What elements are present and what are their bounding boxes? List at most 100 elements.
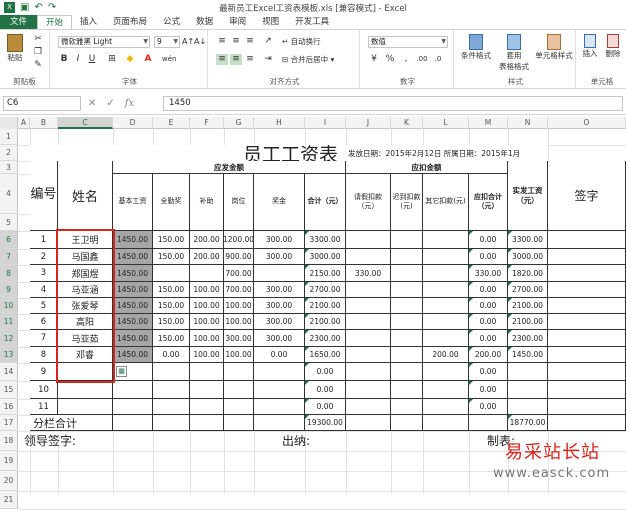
italic-icon[interactable]: I [72, 54, 84, 65]
data-cell[interactable]: 300.00 [254, 330, 305, 347]
data-cell[interactable]: 100.00 [224, 347, 254, 363]
data-cell[interactable] [391, 249, 423, 265]
data-cell[interactable] [254, 265, 305, 282]
data-cell[interactable]: 150.00 [153, 314, 190, 330]
row-header-18[interactable]: 18 [0, 431, 18, 451]
data-cell[interactable]: 3000.00 [508, 249, 548, 265]
increase-decimal-icon[interactable]: .00 [416, 54, 428, 65]
row-header-10[interactable]: 10 [0, 298, 18, 314]
employee-name[interactable]: 王卫明 [58, 231, 113, 249]
data-cell[interactable]: 3300.00 [305, 231, 346, 249]
copy-icon[interactable]: ❐ [32, 47, 44, 58]
data-cell[interactable]: 2700.00 [305, 282, 346, 298]
sign-cell[interactable] [548, 330, 626, 347]
align-center-icon[interactable]: ≡ [230, 54, 242, 65]
row-header-15[interactable]: 15 [0, 381, 18, 399]
data-cell[interactable]: 100.00 [190, 282, 224, 298]
employee-name[interactable] [58, 399, 113, 415]
row-header-2[interactable]: 2 [0, 145, 18, 161]
employee-no[interactable]: 8 [30, 347, 58, 363]
align-right-icon[interactable]: ≡ [244, 54, 256, 65]
data-cell[interactable]: 300.00 [254, 231, 305, 249]
data-cell[interactable]: 2100.00 [508, 298, 548, 314]
data-cell[interactable] [423, 363, 469, 381]
data-cell[interactable]: 100.00 [190, 347, 224, 363]
total-label[interactable]: 分栏合计 [30, 415, 113, 431]
data-cell[interactable]: 100.00 [190, 330, 224, 347]
tab-insert[interactable]: 插入 [72, 15, 105, 29]
data-cell[interactable]: 2100.00 [508, 314, 548, 330]
total-cell[interactable] [113, 415, 153, 431]
data-cell[interactable]: 0.00 [469, 330, 508, 347]
data-cell[interactable]: 700.00 [224, 265, 254, 282]
data-cell[interactable] [254, 399, 305, 415]
data-cell[interactable] [346, 399, 391, 415]
data-cell[interactable]: 2700.00 [508, 282, 548, 298]
row-header-7[interactable]: 7 [0, 249, 18, 265]
sign-cell[interactable] [548, 363, 626, 381]
sign-cell[interactable] [548, 314, 626, 330]
header-pay-group[interactable]: 应发金额 [113, 161, 346, 174]
data-cell[interactable] [423, 330, 469, 347]
data-cell[interactable]: 2150.00 [305, 265, 346, 282]
employee-no[interactable]: 9 [30, 363, 58, 381]
font-name-combo[interactable]: 微软雅黑 Light ▼ [58, 36, 150, 48]
align-left-icon[interactable]: ≡ [216, 54, 228, 65]
data-cell[interactable]: 1450.00 [508, 347, 548, 363]
sub-header-6[interactable]: 请假扣款（元） [346, 174, 391, 231]
data-cell[interactable]: 2100.00 [305, 298, 346, 314]
tab-view[interactable]: 视图 [254, 15, 287, 29]
column-header-b[interactable]: B [30, 117, 58, 129]
data-cell[interactable]: 300.00 [254, 298, 305, 314]
font-color-icon[interactable]: A [142, 54, 154, 65]
data-cell[interactable]: 0.00 [305, 381, 346, 399]
column-header-l[interactable]: L [423, 117, 469, 129]
data-cell[interactable] [346, 282, 391, 298]
row-header-6[interactable]: 6 [0, 231, 18, 249]
column-header-f[interactable]: F [190, 117, 224, 129]
data-cell[interactable] [254, 381, 305, 399]
insert-cells-button[interactable]: 插入 [580, 34, 600, 59]
data-cell[interactable]: 0.00 [305, 363, 346, 381]
data-cell[interactable]: 1200.00 [224, 231, 254, 249]
column-header-k[interactable]: K [391, 117, 423, 129]
function-icon[interactable]: fx [125, 98, 134, 109]
selected-cell[interactable]: 1450.00 [113, 347, 153, 363]
sign-cell[interactable] [548, 399, 626, 415]
data-cell[interactable]: 200.00 [469, 347, 508, 363]
data-cell[interactable] [346, 381, 391, 399]
cut-icon[interactable]: ✂ [32, 34, 44, 45]
data-cell[interactable] [346, 347, 391, 363]
total-cell[interactable] [469, 415, 508, 431]
row-header-9[interactable]: 9 [0, 282, 18, 298]
employee-name[interactable]: 郑国煜 [58, 265, 113, 282]
data-cell[interactable] [391, 282, 423, 298]
row-header-20[interactable]: 20 [0, 471, 18, 491]
data-cell[interactable] [508, 399, 548, 415]
data-cell[interactable] [423, 399, 469, 415]
fill-color-icon[interactable]: ◆ [124, 54, 136, 65]
data-cell[interactable]: 2300.00 [305, 330, 346, 347]
sub-header-1[interactable]: 全勤奖 [153, 174, 190, 231]
data-cell[interactable]: 0.00 [153, 347, 190, 363]
total-cell[interactable]: 18770.00 [508, 415, 548, 431]
sub-header-5[interactable]: 合计（元） [305, 174, 346, 231]
employee-no[interactable]: 11 [30, 399, 58, 415]
data-cell[interactable]: 1820.00 [508, 265, 548, 282]
employee-no[interactable]: 2 [30, 249, 58, 265]
column-header-h[interactable]: H [254, 117, 305, 129]
column-header-i[interactable]: I [305, 117, 346, 129]
cancel-icon[interactable]: ✕ [88, 98, 96, 109]
data-cell[interactable]: 300.00 [254, 282, 305, 298]
selected-cell[interactable]: 1450.00 [113, 265, 153, 282]
sub-header-2[interactable]: 补助 [190, 174, 224, 231]
tab-review[interactable]: 审阅 [221, 15, 254, 29]
format-as-table-button[interactable]: 套用 表格格式 [496, 34, 532, 72]
employee-no[interactable]: 5 [30, 298, 58, 314]
sign-cell[interactable] [548, 347, 626, 363]
delete-cells-button[interactable]: 删除 [602, 34, 624, 59]
data-cell[interactable]: 0.00 [469, 282, 508, 298]
employee-name[interactable]: 马国鑫 [58, 249, 113, 265]
selected-cell[interactable]: 1450.00 [113, 314, 153, 330]
data-cell[interactable] [153, 265, 190, 282]
